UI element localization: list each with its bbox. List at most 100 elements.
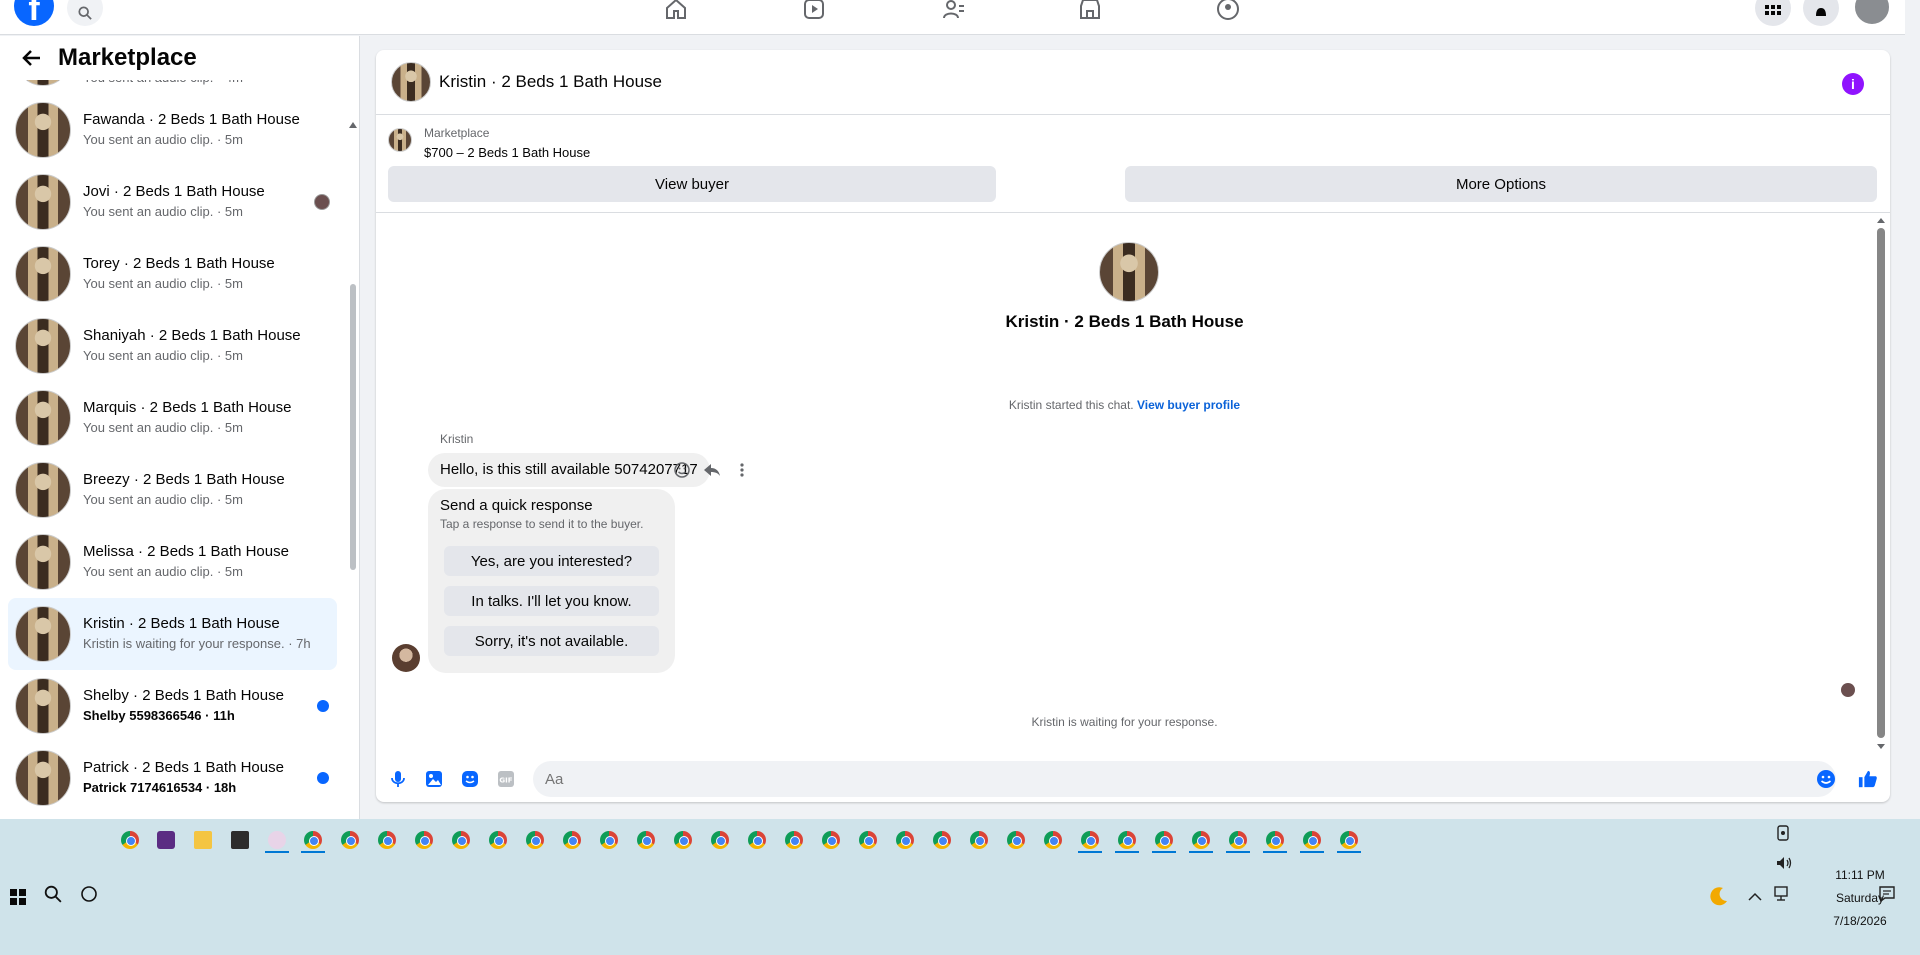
chrome-app-icon[interactable] [378,831,396,849]
more-options-button[interactable]: More Options [1125,166,1877,202]
chrome-app-icon[interactable] [785,831,803,849]
notifications-bell-icon[interactable] [1803,0,1839,26]
file-explorer-icon[interactable] [194,831,212,849]
listing-thumbnail [15,534,71,590]
scrollbar-thumb[interactable] [350,284,356,570]
react-emoji-icon[interactable] [672,460,692,480]
chrome-app-icon[interactable] [674,831,692,849]
back-arrow-icon[interactable] [18,44,46,72]
chat-panel: Kristin · 2 Beds 1 Bath House i Marketpl… [376,50,1890,802]
chrome-app-icon[interactable] [896,831,914,849]
app-icon[interactable] [231,831,249,849]
account-avatar[interactable] [1853,0,1891,26]
message-input[interactable] [533,761,1836,797]
message-bubble[interactable]: Hello, is this still available 507420771… [428,453,710,487]
chrome-app-icon[interactable] [859,831,877,849]
chrome-app-icon[interactable] [489,831,507,849]
chrome-app-icon[interactable] [1118,831,1136,849]
chrome-app-icon[interactable] [600,831,618,849]
buyer-avatar[interactable] [392,644,420,672]
gif-icon[interactable]: GIF [496,769,516,789]
chrome-app-icon[interactable] [341,831,359,849]
conversation-item[interactable]: Shaniyah · 2 Beds 1 Bath House You sent a… [8,310,337,382]
scroll-down-arrow-icon[interactable] [1877,744,1885,749]
chrome-app-icon[interactable] [1229,831,1247,849]
chrome-app-icon[interactable] [1081,831,1099,849]
volume-icon[interactable] [1775,855,1793,874]
conversation-item[interactable]: Fawanda · 2 Beds 1 Bath House You sent an… [8,94,337,166]
search-icon[interactable] [67,0,103,26]
chrome-app-icon[interactable] [1192,831,1210,849]
emoji-icon[interactable] [1816,769,1836,789]
microphone-icon[interactable] [388,769,408,789]
sidebar-title: Marketplace [58,44,197,71]
chrome-app-icon[interactable] [1340,831,1358,849]
chrome-app-icon[interactable] [452,831,470,849]
conversation-item[interactable]: Shelby · 2 Beds 1 Bath House Shelby 55983… [8,670,337,742]
app-icon[interactable] [157,831,175,849]
home-icon[interactable] [662,0,690,20]
network-icon[interactable] [1772,886,1790,905]
header-listing-thumbnail[interactable] [391,62,431,102]
menu-grid-icon[interactable] [1755,0,1791,26]
more-vertical-icon[interactable] [732,460,752,480]
chrome-app-icon[interactable] [563,831,581,849]
scrollbar-thumb[interactable] [1877,228,1885,738]
windows-start-icon[interactable] [10,889,26,905]
groups-icon[interactable] [1214,0,1242,20]
conversation-item[interactable]: Patrick · 2 Beds 1 Bath House Patrick 717… [8,742,337,814]
friends-icon[interactable] [940,0,968,20]
meet-now-icon[interactable] [1776,825,1790,844]
reply-icon[interactable] [702,460,722,480]
facebook-logo-icon[interactable]: f [14,0,54,28]
quick-response-button[interactable]: Yes, are you interested? [444,546,659,576]
view-buyer-profile-link[interactable]: View buyer profile [1137,398,1240,412]
night-light-moon-icon[interactable] [1708,885,1730,910]
conversation-item[interactable]: Marquis · 2 Beds 1 Bath House You sent an… [8,382,337,454]
chrome-app-icon[interactable] [1303,831,1321,849]
scroll-up-arrow-icon[interactable] [1877,218,1885,223]
photo-attach-icon[interactable] [424,769,444,789]
view-buyer-button[interactable]: View buyer [388,166,996,202]
chat-scrollbar[interactable] [1876,218,1886,752]
thumbs-up-icon[interactable] [1858,769,1878,789]
chrome-app-icon[interactable] [748,831,766,849]
chrome-app-icon[interactable] [1155,831,1173,849]
chrome-app-icon[interactable] [415,831,433,849]
video-icon[interactable] [800,0,828,20]
chrome-app-icon[interactable] [1044,831,1062,849]
chrome-app-icon[interactable] [526,831,544,849]
info-icon[interactable]: i [1842,73,1864,95]
chrome-app-icon[interactable] [637,831,655,849]
chrome-app-icon[interactable] [711,831,729,849]
chevron-up-icon[interactable] [1748,889,1762,905]
conversation-item[interactable]: Breezy · 2 Beds 1 Bath House You sent an … [8,454,337,526]
chrome-app-icon[interactable] [1007,831,1025,849]
conversation-item[interactable]: Melissa · 2 Beds 1 Bath House You sent an… [8,526,337,598]
listing-summary[interactable]: Marketplace $700 – 2 Beds 1 Bath House [388,124,590,162]
search-icon[interactable] [44,885,62,906]
conversation-item-active[interactable]: Kristin · 2 Beds 1 Bath House Kristin is … [8,598,337,670]
chat-header-title[interactable]: Kristin · 2 Beds 1 Bath House [439,72,662,92]
marketplace-icon[interactable] [1076,0,1104,20]
conversation-subtitle: You sent an audio clip. · 5m [83,564,243,579]
conversation-item[interactable]: Jovi · 2 Beds 1 Bath House You sent an au… [8,166,337,238]
scroll-up-arrow-icon[interactable] [349,122,357,128]
chrome-app-icon[interactable] [304,831,322,849]
chrome-app-icon[interactable] [970,831,988,849]
quick-response-button[interactable]: Sorry, it's not available. [444,626,659,656]
listing-thumbnail [15,750,71,806]
chrome-app-icon[interactable] [121,831,139,849]
action-center-icon[interactable] [1878,885,1896,906]
sticker-icon[interactable] [460,769,480,789]
sidebar-scrollbar[interactable] [349,84,357,814]
active-app-indicator [1300,851,1324,853]
quick-response-button[interactable]: In talks. I'll let you know. [444,586,659,616]
chrome-app-icon[interactable] [822,831,840,849]
chrome-app-icon[interactable] [1266,831,1284,849]
snipping-tool-icon[interactable] [268,831,286,849]
conversation-title: Patrick · 2 Beds 1 Bath House [83,759,284,776]
chrome-app-icon[interactable] [933,831,951,849]
conversation-item[interactable]: Torey · 2 Beds 1 Bath House You sent an a… [8,238,337,310]
cortana-icon[interactable] [80,885,98,906]
